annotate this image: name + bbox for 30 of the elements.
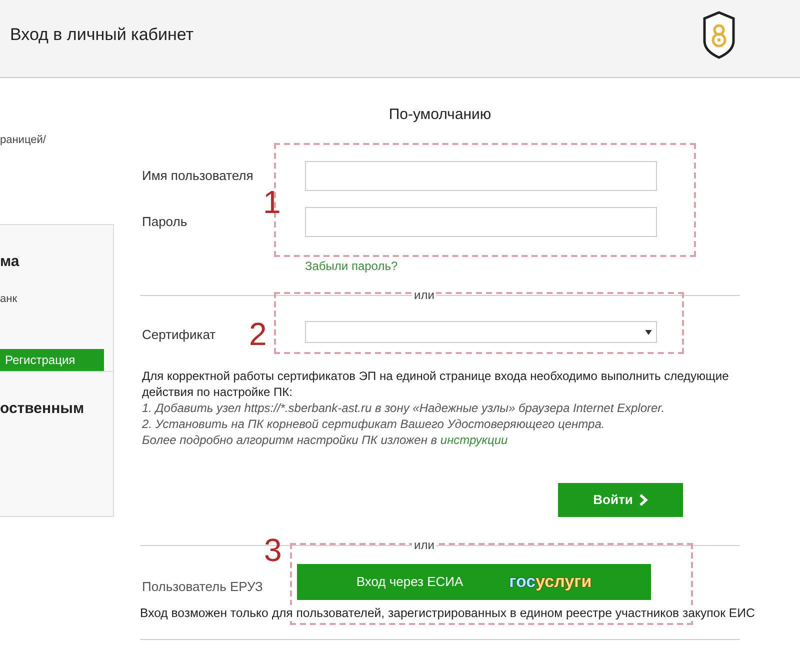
user-type-label: Пользователь ЕРУЗ — [142, 579, 263, 595]
caret-icon — [645, 330, 652, 334]
card-heading: оственным — [0, 400, 84, 418]
certificate-select[interactable] — [305, 321, 657, 343]
instructions-text: Для корректной работы сертификатов ЭП на единой странице входа необходимо выполнить следующие действия по настройке ПК: — [142, 368, 730, 400]
form-title: По-умолчанию — [388, 105, 492, 125]
instructions-note: Более подробно алгоритм настройки ПК изложен в инструкции — [142, 432, 508, 448]
field-label: Имя пользователя — [142, 168, 254, 184]
annotation-number: 2 — [249, 318, 267, 350]
card-text: анк — [0, 292, 18, 306]
input-field[interactable] — [305, 161, 657, 191]
annotation-number: 3 — [264, 534, 282, 566]
logo-text: госуслуги — [509, 572, 592, 592]
field-label: Сертификат — [142, 327, 216, 343]
register-button[interactable]: Регистрация — [0, 349, 104, 371]
input-field[interactable] — [305, 207, 657, 237]
annotation-number: 1 — [263, 186, 281, 218]
note-text: Вход возможен только для пользователей, зарегистрированных в едином реестре участников закупок ЕИС — [140, 605, 755, 621]
breadcrumb-text: раницей/ — [0, 133, 46, 147]
login-button[interactable]: Войти — [558, 483, 683, 517]
chevron-right-icon — [638, 494, 648, 506]
instructions-link[interactable]: инструкции — [440, 433, 508, 447]
card-heading: ма — [0, 253, 20, 271]
instruction-step: 1. Добавить узел https://*.sberbank-ast.ru в зону «Надежные узлы» браузера Internet Explorer. — [142, 400, 665, 416]
instruction-step: 2. Установить на ПК корневой сертификат Вашего Удостоверяющего центра. — [142, 416, 605, 432]
shield-lock-icon — [703, 10, 735, 58]
esia-login-button[interactable]: Вход через ЕСИА госуслуги — [297, 564, 651, 600]
page-title: Вход в личный кабинет — [10, 24, 194, 46]
field-label: Пароль — [142, 214, 188, 230]
forgot-password-link[interactable]: Забыли пароль? — [305, 258, 398, 274]
